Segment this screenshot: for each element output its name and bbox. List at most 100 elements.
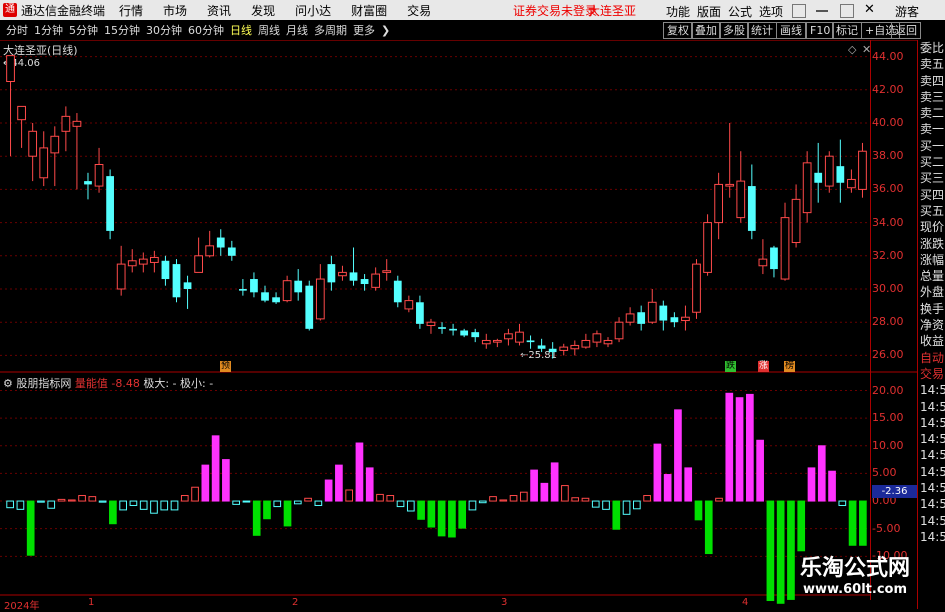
period-tab-monthly[interactable]: 月线 [286,22,308,38]
indicator-value-label: 量能值 [74,377,108,390]
side-panel-item[interactable]: 卖二 [918,105,945,121]
indicator-gear-icon[interactable]: ⚙ [3,377,13,390]
indicator-bar [98,500,107,503]
back-button[interactable]: 返回 [891,22,921,39]
diamond-icon[interactable]: ◇ [848,43,856,56]
candle-body-down [526,340,535,343]
candle-body-up [824,155,834,187]
menu-wealth[interactable]: 财富圈 [351,2,387,19]
side-panel-item[interactable]: 14:56 [918,415,945,431]
side-panel-item[interactable]: 交易 [918,366,945,382]
f10-button[interactable]: F10 [806,22,835,39]
menu-trade[interactable]: 交易 [407,2,431,19]
side-panel-item[interactable]: 换手 [918,301,945,317]
multi-stock-button[interactable]: 多股 [719,22,749,39]
side-panel-item[interactable]: 净资 [918,317,945,333]
side-panel-item[interactable]: 买三 [918,170,945,186]
side-panel-item[interactable]: 买五 [918,203,945,219]
mark-button[interactable]: 标记 [832,22,862,39]
watermark-url: www.60lt.com [802,582,908,597]
statistics-button[interactable]: 统计 [747,22,777,39]
menu-discover[interactable]: 发现 [251,2,275,19]
menu-layout[interactable]: 版面 [697,3,721,20]
side-panel-item[interactable]: 14:56 [918,480,945,496]
side-panel-item[interactable]: 涨跌 [918,236,945,252]
indicator-bar [735,397,744,502]
side-panel-item[interactable]: 买四 [918,187,945,203]
marker-rank[interactable]: 榜 [784,361,795,372]
candle-body-up [858,150,867,190]
side-panel-item[interactable]: 14:56 [918,399,945,415]
indicator-bar [489,496,497,502]
indicator-bar [396,500,405,508]
side-panel-item[interactable]: 14:56 [918,513,945,529]
side-panel-item[interactable]: 14:56 [918,496,945,512]
side-panel-item[interactable]: 卖一 [918,121,945,137]
side-panel-item[interactable]: 自动 [918,350,945,366]
guest-login[interactable]: 游客 [895,3,919,20]
candle-body-up [426,321,436,327]
period-tab-more[interactable]: 更多 [353,22,375,38]
menu-function[interactable]: 功能 [666,3,690,20]
period-tab-daily[interactable]: 日线 [230,22,252,38]
candle-body-up [282,280,292,302]
indicator-bar [817,445,826,502]
kline-chart[interactable] [0,0,945,609]
trade-login-warning[interactable]: 证券交易未登录 [513,2,597,19]
side-panel-item[interactable]: 买二 [918,154,945,170]
rights-adjust-button[interactable]: 复权 [663,22,693,39]
side-panel-item[interactable]: 总量 [918,268,945,284]
side-panel-item[interactable]: 14:56 [918,464,945,480]
side-panel-item[interactable]: 卖四 [918,73,945,89]
menu-options[interactable]: 选项 [759,3,783,20]
indicator-bar [26,500,35,556]
side-panel-item[interactable]: 现价 [918,219,945,235]
indicator-name[interactable]: 股朋指标网 [16,377,71,390]
period-tab-5min[interactable]: 5分钟 [69,22,98,38]
candle-body-down [161,260,170,280]
side-panel-item[interactable]: 涨幅 [918,252,945,268]
indicator-bar [540,482,549,502]
indicator-tick-label: -5.00 [872,521,901,535]
period-tab-timeshare[interactable]: 分时 [6,22,28,38]
period-tab-60min[interactable]: 60分钟 [188,22,224,38]
marker-forecast[interactable]: 预 [220,361,231,372]
period-tab-weekly[interactable]: 周线 [258,22,280,38]
minimize-icon[interactable] [816,4,828,12]
marker-rise[interactable]: 涨 [758,361,769,372]
price-tick-label: 42.00 [872,82,904,96]
menu-assistant[interactable]: 问小达 [295,2,331,19]
menu-quotes[interactable]: 行情 [119,2,143,19]
candle-body-up [17,105,26,121]
marker-fall[interactable]: 跌 [725,361,736,372]
maximize-icon[interactable] [840,4,854,18]
indicator-bar [838,500,847,506]
indicator-bar [612,500,621,530]
draw-line-button[interactable]: 画线 [776,22,806,39]
side-panel-item[interactable]: 14:56 [918,447,945,463]
side-panel-item[interactable]: 14:56 [918,529,945,545]
candle-body-down [349,272,358,281]
side-panel-item[interactable]: 卖五 [918,56,945,72]
side-panel-item[interactable]: 收益 [918,333,945,349]
menu-market[interactable]: 市场 [163,2,187,19]
menu-formula[interactable]: 公式 [728,3,752,20]
chevron-right-icon[interactable]: ❯ [381,24,390,37]
side-panel-item[interactable]: 外盘 [918,284,945,300]
indicator-bar [448,500,456,538]
menu-news[interactable]: 资讯 [207,2,231,19]
skin-icon[interactable] [792,4,806,18]
side-panel-item[interactable]: 14:56 [918,431,945,447]
period-tab-multi[interactable]: 多周期 [314,22,347,38]
candle-body-down [836,166,845,183]
close-icon[interactable]: ✕ [864,2,876,17]
period-tab-30min[interactable]: 30分钟 [146,22,182,38]
overlay-button[interactable]: 叠加 [691,22,721,39]
side-panel-item[interactable]: 14:56 [918,382,945,398]
side-panel-item[interactable]: 委比 [918,40,945,56]
period-tab-15min[interactable]: 15分钟 [104,22,140,38]
candle-body-down [360,279,369,285]
side-panel-item[interactable]: 买一 [918,138,945,154]
period-tab-1min[interactable]: 1分钟 [34,22,63,38]
side-panel-item[interactable]: 卖三 [918,89,945,105]
